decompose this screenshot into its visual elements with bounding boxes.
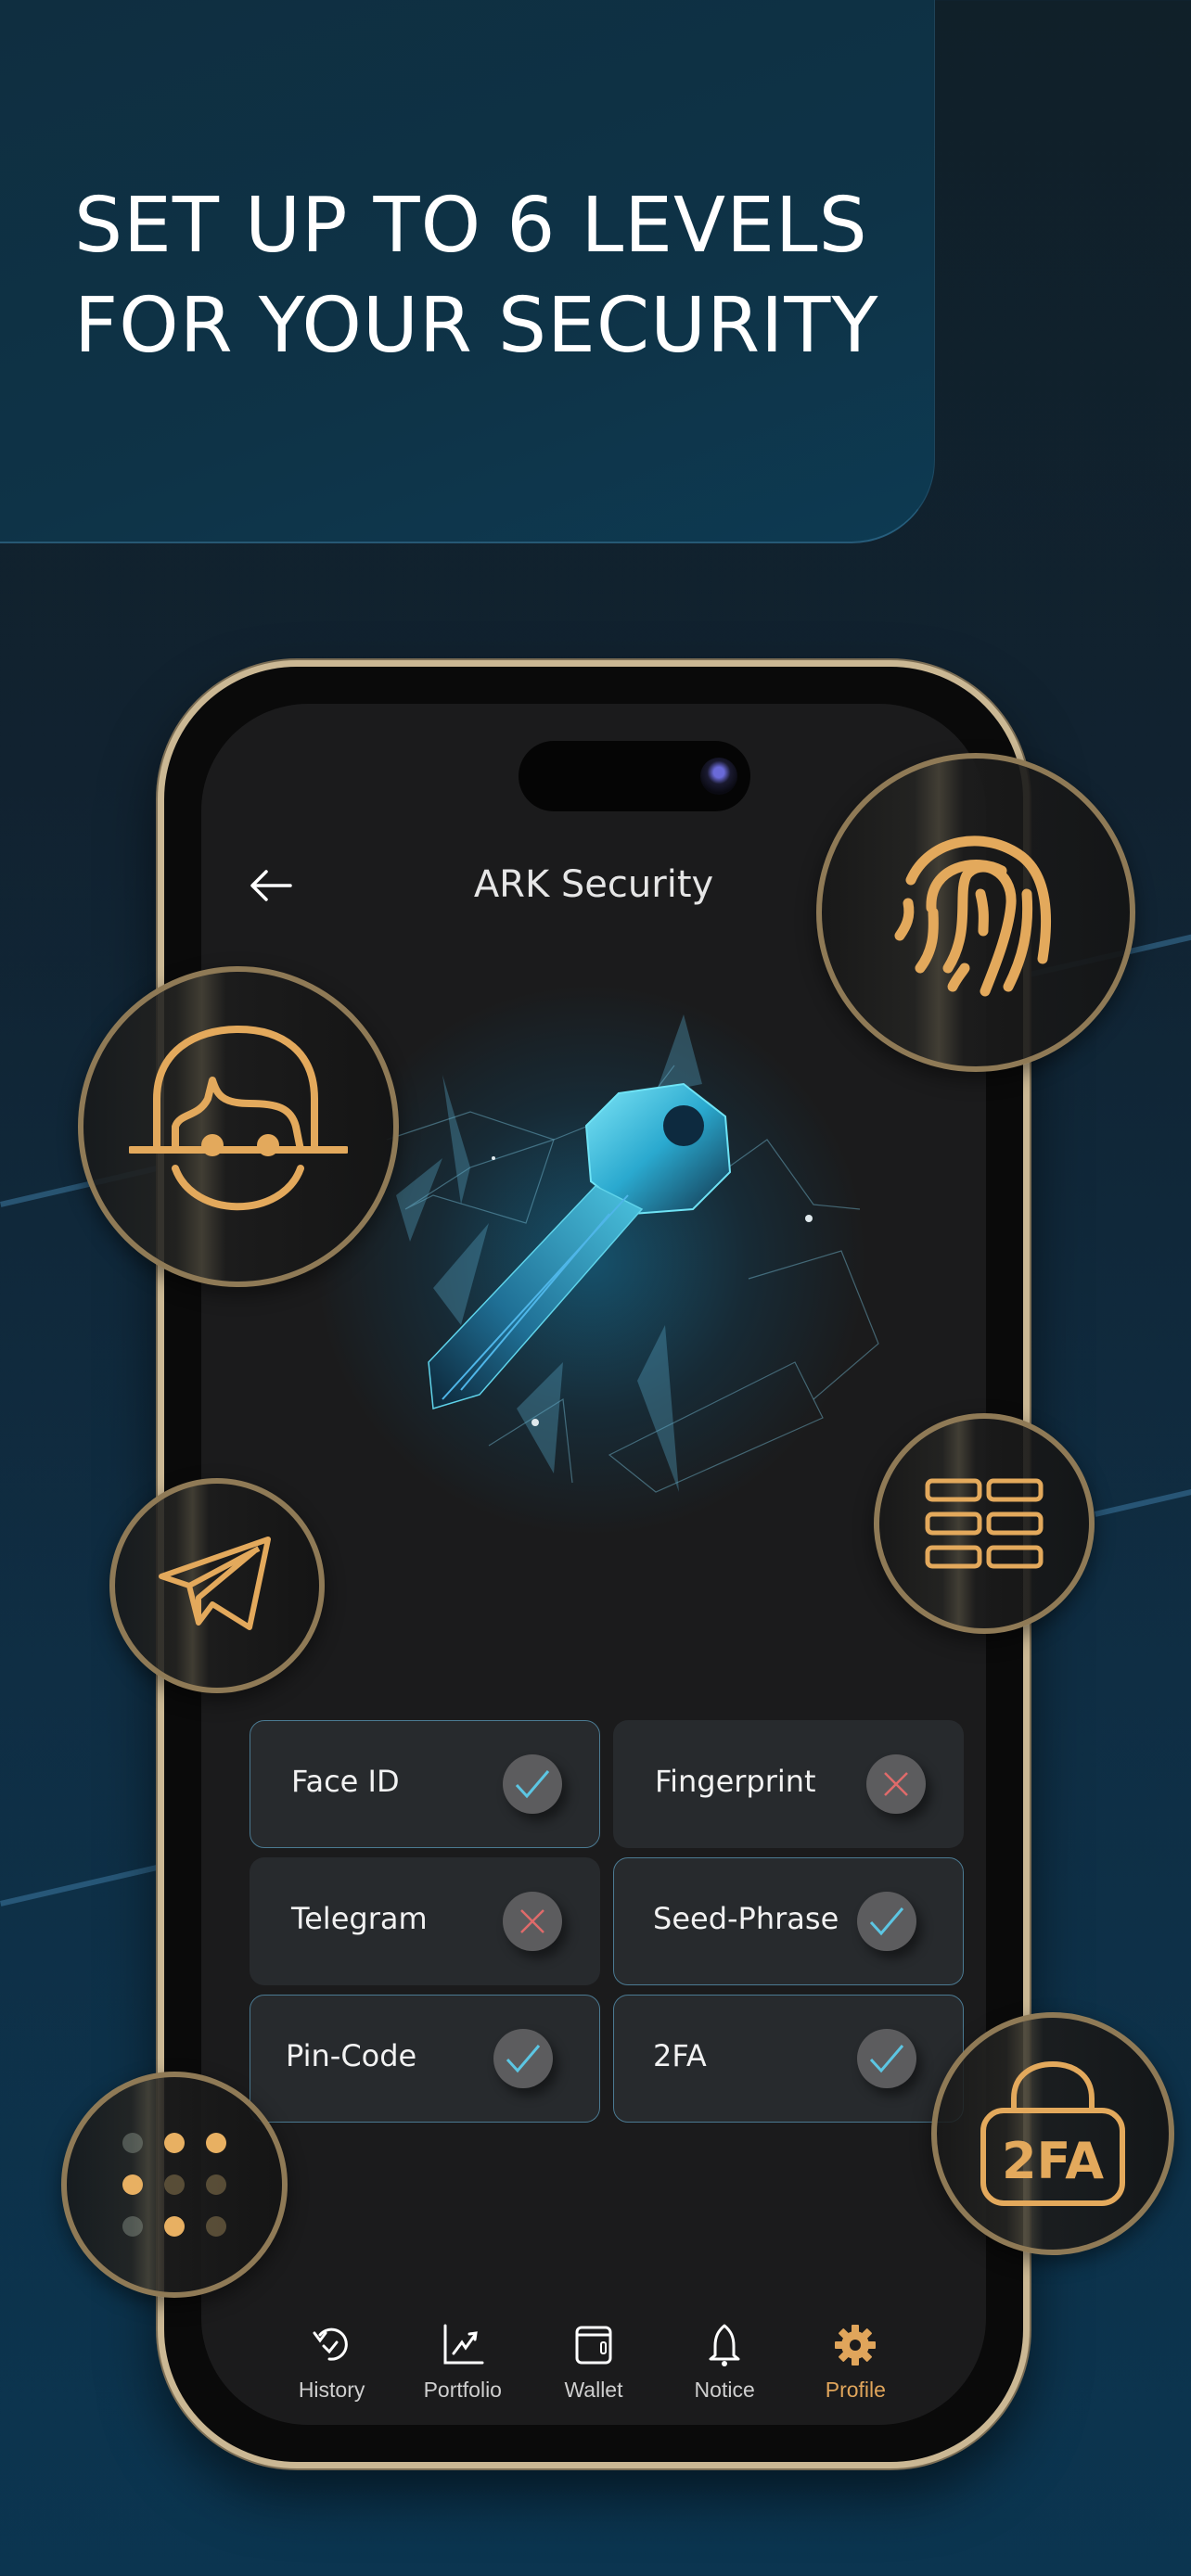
option-seed-phrase[interactable]: Seed-Phrase [613, 1857, 964, 1985]
background-stripe [1095, 1486, 1191, 1517]
history-icon [313, 2327, 348, 2361]
status-toggle[interactable] [857, 1892, 916, 1951]
face-id-icon [129, 1026, 348, 1211]
tab-label: Profile [825, 2378, 886, 2402]
hero-title: SET UP TO 6 LEVELS FOR YOUR SECURITY [74, 176, 878, 376]
bottom-tab-bar: History Portfolio Wallet Notice Profile [201, 2322, 986, 2425]
option-pin-code[interactable]: Pin-Code [250, 1995, 600, 2123]
seed-phrase-icon [925, 1478, 1044, 1569]
crystal-key-illustration [386, 1014, 879, 1493]
twofa-badge-text: 2FA [1002, 2132, 1104, 2190]
status-toggle[interactable] [857, 2029, 916, 2088]
telegram-badge [109, 1478, 325, 1693]
camera-icon [700, 758, 737, 795]
wallet-icon [575, 2326, 612, 2365]
status-toggle[interactable] [503, 1754, 562, 1814]
option-fingerprint[interactable]: Fingerprint [613, 1720, 964, 1848]
pin-code-badge [61, 2072, 288, 2298]
face-id-badge [78, 966, 399, 1287]
option-label: Fingerprint [655, 1764, 816, 1799]
dynamic-island [519, 741, 750, 811]
hero-title-line1: SET UP TO 6 LEVELS [74, 182, 868, 270]
lock-2fa-icon: 2FA [980, 2060, 1125, 2206]
check-icon [515, 1770, 550, 1799]
check-icon [506, 2045, 541, 2073]
hero-banner: SET UP TO 6 LEVELS FOR YOUR SECURITY [0, 0, 935, 543]
chart-icon [443, 2324, 484, 2365]
option-telegram[interactable]: Telegram [250, 1857, 600, 1985]
twofa-badge: 2FA [931, 2012, 1174, 2255]
tab-label: History [298, 2378, 365, 2402]
fingerprint-badge [816, 753, 1135, 1072]
cross-icon [884, 1772, 908, 1796]
cross-icon [520, 1909, 544, 1933]
tab-history[interactable]: History [276, 2322, 388, 2425]
fingerprint-icon [894, 835, 1051, 997]
status-toggle[interactable] [493, 2029, 553, 2088]
telegram-icon [159, 1537, 271, 1630]
tab-label: Wallet [564, 2378, 623, 2402]
tab-label: Portfolio [423, 2378, 502, 2402]
tab-wallet[interactable]: Wallet [538, 2322, 649, 2425]
option-label: Telegram [291, 1901, 428, 1936]
security-options-grid: Face ID Fingerprint Telegram Seed-Phrase [250, 1720, 964, 2123]
hero-title-line2: FOR YOUR SECURITY [74, 282, 879, 370]
option-label: 2FA [653, 2038, 707, 2073]
bell-icon [709, 2324, 740, 2366]
seed-phrase-badge [874, 1413, 1095, 1634]
option-label: Pin-Code [286, 2038, 417, 2073]
option-face-id[interactable]: Face ID [250, 1720, 600, 1848]
tab-label: Notice [694, 2378, 755, 2402]
gear-icon [835, 2325, 877, 2366]
option-label: Seed-Phrase [653, 1901, 839, 1936]
check-icon [869, 1907, 904, 1936]
status-toggle[interactable] [866, 1754, 926, 1814]
option-2fa[interactable]: 2FA [613, 1995, 964, 2123]
tab-notice[interactable]: Notice [669, 2322, 780, 2425]
pin-code-icon [122, 2133, 226, 2237]
tab-profile[interactable]: Profile [800, 2322, 911, 2425]
status-toggle[interactable] [503, 1892, 562, 1951]
check-icon [869, 2045, 904, 2073]
option-label: Face ID [291, 1764, 400, 1799]
tab-portfolio[interactable]: Portfolio [407, 2322, 519, 2425]
background-stripe [0, 1859, 183, 1906]
